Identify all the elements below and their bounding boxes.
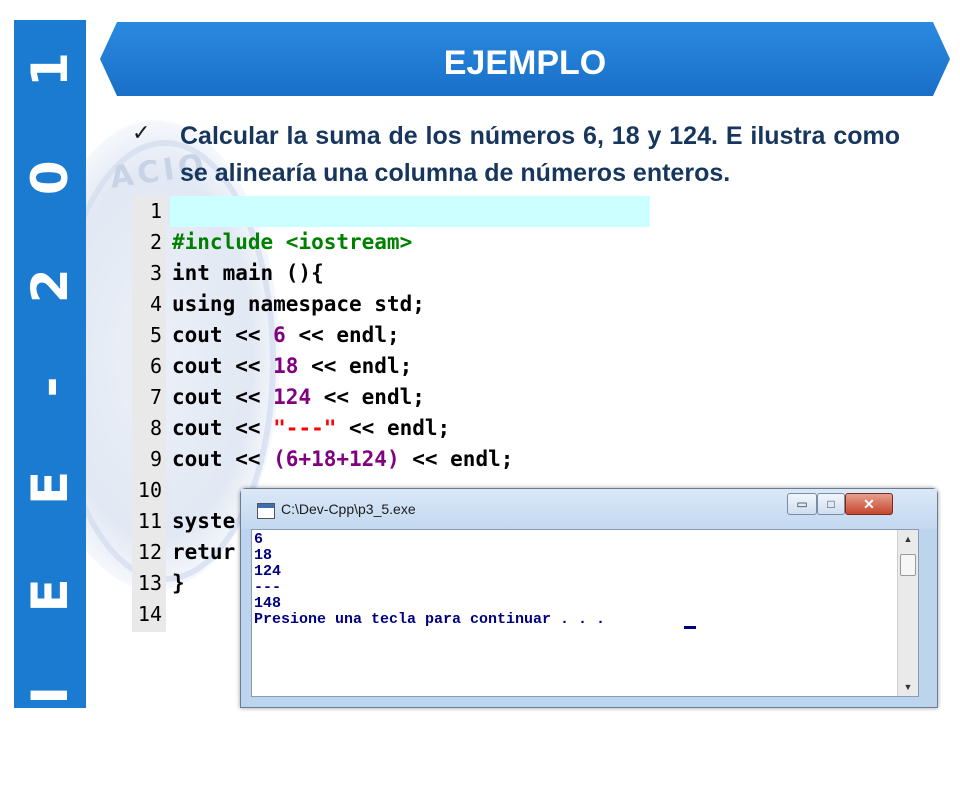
line-number: 6 xyxy=(149,354,162,378)
code-line: 9 cout << (6+18+124) << endl; xyxy=(132,444,652,475)
scroll-up-icon[interactable]: ▲ xyxy=(898,530,918,548)
code-text: cout << "---" << endl; xyxy=(172,416,451,440)
code-line: 6 cout << 18 << endl; xyxy=(132,351,652,382)
line-number: 14 xyxy=(137,602,162,626)
console-output-area[interactable]: 6 18 124 --- 148 Presione una tecla para… xyxy=(251,529,919,697)
line-number: 7 xyxy=(149,385,162,409)
window-title: C:\Dev-Cpp\p3_5.exe xyxy=(281,501,416,517)
line-number: 10 xyxy=(137,478,162,502)
code-text: cout << 18 << endl; xyxy=(172,354,413,378)
code-line: 3 int main (){ xyxy=(132,258,652,289)
line-number: 1 xyxy=(149,199,162,223)
side-band: F I E E - 2 0 1 3 xyxy=(14,0,86,812)
code-line: 4 using namespace std; xyxy=(132,289,652,320)
code-text xyxy=(170,196,650,227)
console-app-icon[interactable] xyxy=(257,503,275,519)
scroll-down-icon[interactable]: ▼ xyxy=(898,678,918,696)
console-output: 6 18 124 --- 148 Presione una tecla para… xyxy=(254,531,606,628)
bullet-text: Calcular la suma de los números 6, 18 y … xyxy=(180,122,900,187)
console-window: C:\Dev-Cpp\p3_5.exe ▭ □ ✕ 6 18 124 --- 1… xyxy=(240,488,938,708)
line-number: 8 xyxy=(149,416,162,440)
side-band-text: F I E E - 2 0 1 3 xyxy=(21,0,79,812)
line-number: 3 xyxy=(149,261,162,285)
check-icon: ✓ xyxy=(132,120,151,145)
maximize-button[interactable]: □ xyxy=(817,493,845,515)
console-titlebar[interactable]: C:\Dev-Cpp\p3_5.exe ▭ □ ✕ xyxy=(241,489,937,529)
code-text: } xyxy=(172,571,185,595)
line-number: 5 xyxy=(149,323,162,347)
scroll-thumb[interactable] xyxy=(900,554,916,576)
line-number: 11 xyxy=(137,509,162,533)
minimize-button[interactable]: ▭ xyxy=(787,493,817,515)
code-text: syste xyxy=(172,509,236,533)
code-line: 1 xyxy=(132,196,652,227)
code-text: cout << (6+18+124) << endl; xyxy=(172,447,514,471)
code-line: 8 cout << "---" << endl; xyxy=(132,413,652,444)
line-number: 12 xyxy=(137,540,162,564)
code-text: cout << 6 << endl; xyxy=(172,323,400,347)
text-cursor xyxy=(684,626,696,629)
vertical-scrollbar[interactable]: ▲ ▼ xyxy=(897,530,918,696)
code-line: 2 #include <iostream> xyxy=(132,227,652,258)
title-banner: EJEMPLO xyxy=(100,22,950,96)
code-text: retur xyxy=(172,540,236,564)
line-number: 9 xyxy=(149,447,162,471)
code-line: 5 cout << 6 << endl; xyxy=(132,320,652,351)
line-number: 4 xyxy=(149,292,162,316)
code-text: cout << 124 << endl; xyxy=(172,385,425,409)
code-text: int main (){ xyxy=(172,261,324,285)
code-text: using namespace std; xyxy=(172,292,425,316)
slide-title: EJEMPLO xyxy=(443,44,607,82)
code-line: 7 cout << 124 << endl; xyxy=(132,382,652,413)
code-text: #include <iostream> xyxy=(172,230,413,254)
line-number: 13 xyxy=(137,571,162,595)
line-number: 2 xyxy=(149,230,162,254)
close-button[interactable]: ✕ xyxy=(845,493,893,515)
